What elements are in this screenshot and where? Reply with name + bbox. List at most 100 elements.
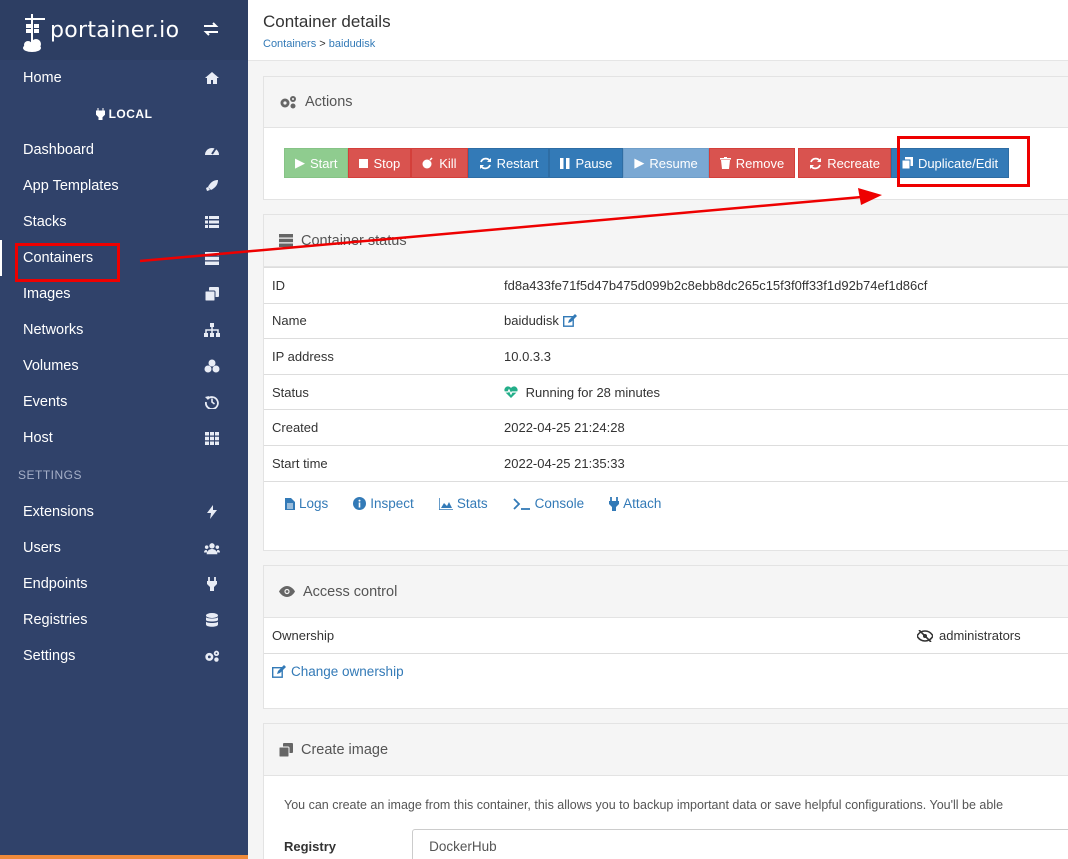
info-circle-icon [353, 497, 367, 511]
breadcrumb-containers-link[interactable]: Containers [263, 38, 316, 50]
edit-icon[interactable] [562, 314, 577, 328]
database-icon [204, 612, 220, 628]
sidebar-item-settings[interactable]: Settings [0, 638, 248, 674]
trash-icon [719, 157, 731, 169]
sidebar-toggle-icon[interactable] [202, 22, 220, 41]
container-status-header: Container status [264, 215, 1068, 267]
pause-button[interactable]: Pause [549, 148, 624, 178]
create-image-title: Create image [301, 741, 389, 758]
attach-link[interactable]: Attach [609, 496, 661, 511]
table-row: ID fd8a433fe71f5d47b475d099b2c8ebb8dc265… [264, 267, 1068, 304]
sidebar-item-host[interactable]: Host [0, 420, 248, 456]
sidebar-item-label: Networks [23, 322, 84, 338]
resume-button[interactable]: ▶ Resume [623, 148, 709, 178]
ownership-label: Ownership [272, 628, 335, 643]
sidebar-item-extensions[interactable]: Extensions [0, 494, 248, 530]
stop-icon [359, 158, 369, 168]
plug-icon [609, 496, 620, 511]
breadcrumb-separator: > [319, 38, 326, 50]
status-value: Running for 28 minutes [525, 384, 661, 400]
ip-label: IP address [264, 338, 504, 375]
resume-label: Resume [649, 155, 698, 171]
console-link[interactable]: Console [512, 496, 584, 511]
sidebar-item-users[interactable]: Users [0, 530, 248, 566]
restart-label: Restart [496, 155, 539, 171]
logo-text[interactable]: portainer.io [50, 18, 179, 43]
list-icon [204, 214, 220, 230]
stop-label: Stop [373, 155, 401, 171]
change-ownership-link[interactable]: Change ownership [272, 664, 1068, 679]
ip-value: 10.0.3.3 [504, 338, 1068, 375]
sidebar-item-label: Home [23, 70, 62, 86]
kill-label: Kill [439, 155, 457, 171]
eye-slash-icon [917, 629, 933, 642]
sidebar-footer-bar [0, 855, 248, 859]
sidebar-item-app-templates[interactable]: App Templates [0, 168, 248, 204]
sidebar-item-home[interactable]: Home [0, 60, 248, 96]
rocket-icon [204, 178, 220, 194]
logs-link[interactable]: Logs [285, 496, 328, 511]
cogs-icon [204, 648, 220, 664]
sidebar-item-label: Volumes [23, 358, 79, 374]
pause-label: Pause [575, 155, 613, 171]
sidebar-item-volumes[interactable]: Volumes [0, 348, 248, 384]
endpoint-name: LOCAL [0, 96, 248, 132]
sidebar-item-label: Stacks [23, 214, 67, 230]
table-row: Status Running for 28 minutes [264, 373, 1068, 410]
terminal-icon [512, 497, 530, 510]
breadcrumb-current-link[interactable]: baidudisk [329, 38, 375, 50]
sidebar-item-label: Dashboard [23, 142, 94, 158]
portainer-logo-icon[interactable] [22, 12, 48, 52]
actions-widget-header: Actions [264, 77, 1068, 128]
sidebar-item-endpoints[interactable]: Endpoints [0, 566, 248, 602]
access-control-title: Access control [303, 583, 398, 600]
sidebar-item-dashboard[interactable]: Dashboard [0, 132, 248, 168]
inspect-link[interactable]: Inspect [353, 496, 414, 511]
kill-button[interactable]: Kill [411, 148, 468, 178]
name-value: baidudisk [504, 313, 559, 329]
create-image-description: You can create an image from this contai… [284, 798, 1004, 812]
restart-button[interactable]: Restart [467, 148, 550, 178]
create-image-header: Create image [264, 724, 1068, 776]
sidebar-item-registries[interactable]: Registries [0, 602, 248, 638]
start-button[interactable]: ▶ Start [284, 148, 349, 178]
bolt-icon [204, 504, 220, 520]
sitemap-icon [204, 322, 220, 338]
duplicate-edit-highlight-box [897, 136, 1030, 187]
sidebar-item-label: Host [23, 430, 53, 446]
container-status-table: ID fd8a433fe71f5d47b475d099b2c8ebb8dc265… [264, 267, 1068, 482]
users-icon [204, 540, 220, 556]
plug-icon [204, 576, 220, 592]
cubes-icon [204, 358, 220, 374]
home-icon [204, 70, 220, 86]
table-row: IP address 10.0.3.3 [264, 338, 1068, 375]
sidebar: portainer.io Home LOCAL Dashboard App Te… [0, 0, 248, 859]
stop-button[interactable]: Stop [348, 148, 412, 178]
name-cell: baidudisk [504, 302, 1068, 339]
settings-section-title: SETTINGS [18, 468, 83, 482]
remove-button[interactable]: Remove [708, 148, 796, 178]
container-status-widget: Container status ID fd8a433fe71f5d47b475… [263, 214, 1068, 551]
server-icon [204, 250, 220, 266]
registry-select[interactable]: DockerHub [412, 829, 1068, 859]
sidebar-item-stacks[interactable]: Stacks [0, 204, 248, 240]
registry-label: Registry [284, 838, 337, 854]
cogs-icon [280, 96, 296, 109]
server-icon [279, 234, 293, 247]
brand-bar: portainer.io [0, 0, 248, 60]
logs-label: Logs [299, 496, 329, 512]
edit-icon [272, 665, 286, 678]
containers-highlight-box [15, 243, 120, 282]
breadcrumb: Containers > baidudisk [263, 38, 1068, 50]
sidebar-item-events[interactable]: Events [0, 384, 248, 420]
id-value: fd8a433fe71f5d47b475d099b2c8ebb8dc265c15… [504, 267, 1068, 304]
stats-link[interactable]: Stats [438, 496, 488, 511]
status-label: Status [264, 373, 504, 410]
history-icon [204, 394, 220, 410]
attach-label: Attach [623, 496, 662, 512]
created-label: Created [264, 409, 504, 446]
play-icon: ▶ [634, 155, 645, 170]
sidebar-item-networks[interactable]: Networks [0, 312, 248, 348]
recreate-button[interactable]: Recreate [798, 148, 891, 178]
table-row: Start time 2022-04-25 21:35:33 [264, 444, 1068, 482]
